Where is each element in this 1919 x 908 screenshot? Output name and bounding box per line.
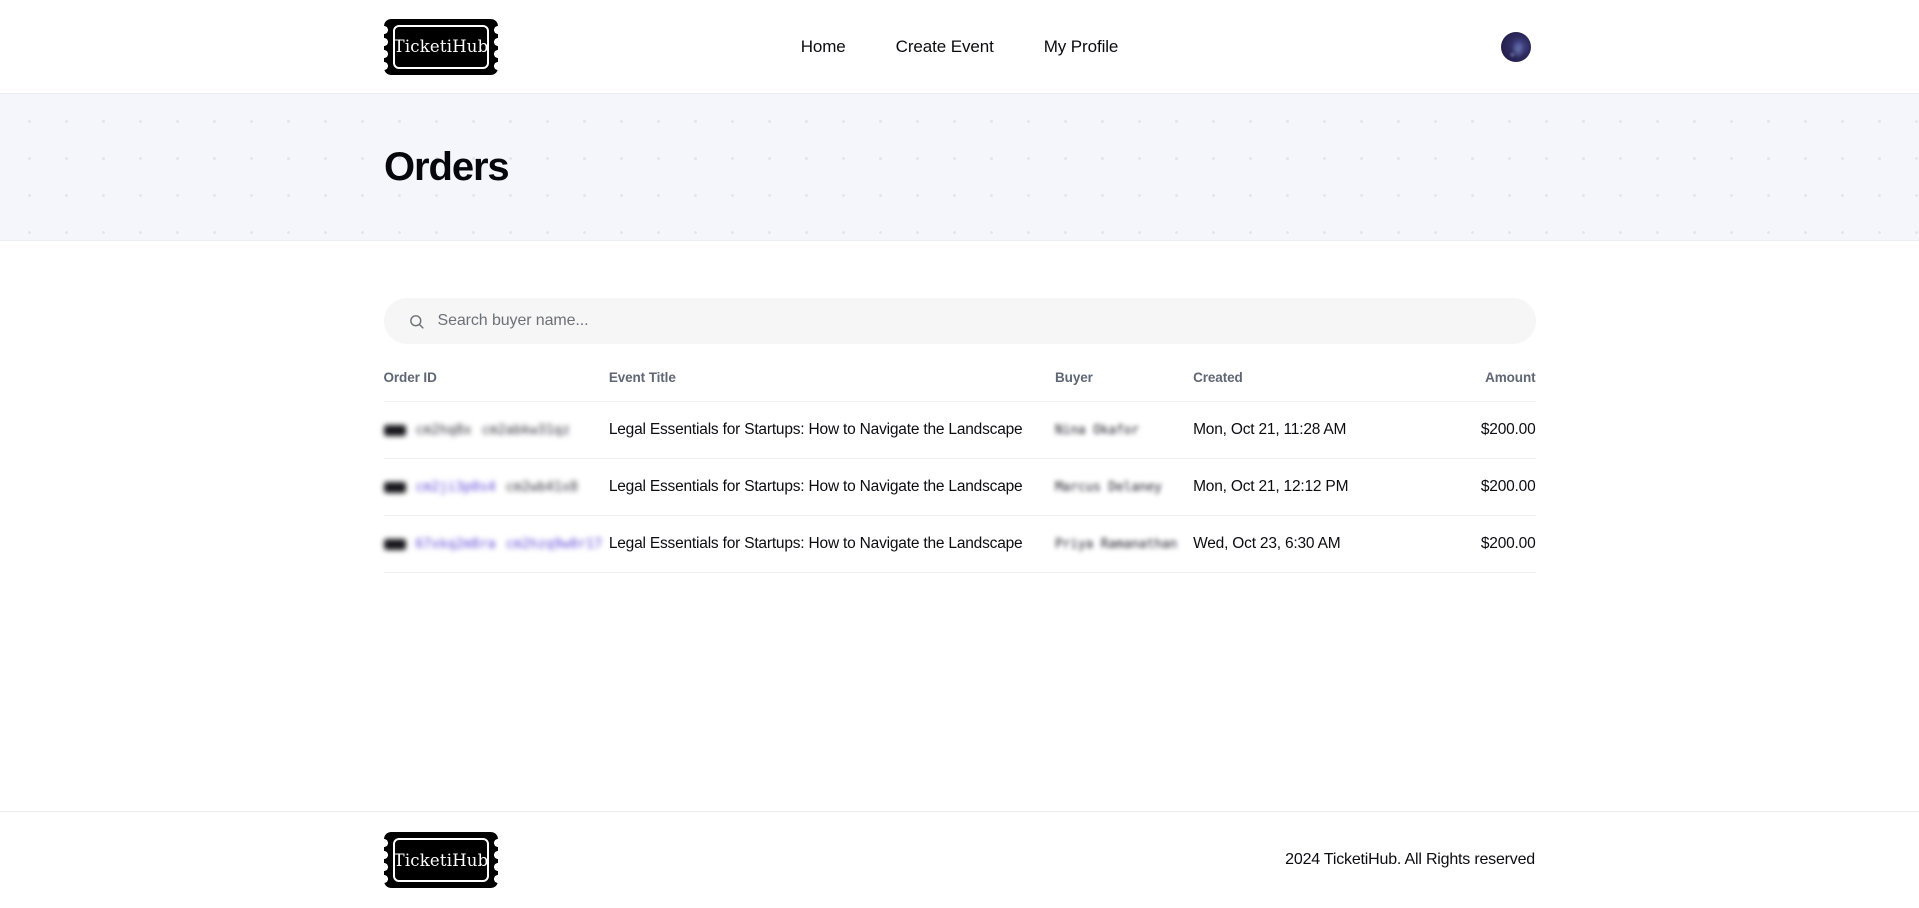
order-id-part-1: cm2ji3p0s4 <box>415 479 496 495</box>
orders-table: Order ID Event Title Buyer Created Amoun… <box>383 370 1536 573</box>
page-title: Orders <box>384 144 510 189</box>
order-id-part-2: cm2abkw31qz <box>481 422 570 438</box>
table-row[interactable]: 67xkq2m8ra cm2hzq9w0r17 Legal Essentials… <box>383 515 1536 573</box>
cell-amount: $200.00 <box>1402 401 1536 459</box>
order-id-redacted: 67xkq2m8ra cm2hzq9w0r17 <box>383 536 609 552</box>
brand-name: TicketiHub <box>393 850 489 870</box>
cell-order-id: cm2ji3p0s4 cm2wb41x8 <box>383 458 609 516</box>
table-head: Order ID Event Title Buyer Created Amoun… <box>383 370 1536 402</box>
main-navigation: Home Create Event My Profile <box>801 37 1119 57</box>
order-id-part-1: cm2hq8x <box>415 422 472 438</box>
site-header: TicketiHub Home Create Event My Profile <box>0 0 1919 94</box>
buyer-name-redacted: Nina Okafor <box>1055 423 1139 438</box>
brand-name: TicketiHub <box>393 37 489 56</box>
avatar[interactable] <box>1501 31 1531 62</box>
column-header-buyer[interactable]: Buyer <box>1055 370 1194 402</box>
search-input[interactable] <box>437 312 1512 330</box>
footer-copyright: 2024 TicketiHub. All Rights reserved <box>1285 851 1535 868</box>
header-logo[interactable]: TicketiHub <box>384 18 498 75</box>
order-id-badge-icon <box>383 481 406 493</box>
cell-order-id: 67xkq2m8ra cm2hzq9w0r17 <box>383 515 609 573</box>
orders-page: TicketiHub Home Create Event My Profile … <box>0 0 1919 908</box>
search-icon <box>408 313 425 330</box>
column-header-event-title[interactable]: Event Title <box>608 370 1056 402</box>
order-id-part-2: cm2wb41x8 <box>505 479 579 495</box>
ticket-icon: TicketiHub <box>384 18 498 75</box>
cell-created: Mon, Oct 21, 12:12 PM <box>1193 458 1403 516</box>
column-header-amount[interactable]: Amount <box>1402 370 1536 402</box>
order-id-badge-icon <box>383 538 406 550</box>
cell-buyer: Priya Ramanathan <box>1055 515 1194 573</box>
cell-order-id: cm2hq8x cm2abkw31qz <box>383 401 609 459</box>
cell-event-title: Legal Essentials for Startups: How to Na… <box>608 515 1056 573</box>
column-header-created[interactable]: Created <box>1193 370 1403 402</box>
site-footer: TicketiHub 2024 TicketiHub. All Rights r… <box>0 811 1919 908</box>
table-row[interactable]: cm2ji3p0s4 cm2wb41x8 Legal Essentials fo… <box>383 458 1536 516</box>
cell-amount: $200.00 <box>1402 515 1536 573</box>
table-row[interactable]: cm2hq8x cm2abkw31qz Legal Essentials for… <box>383 401 1536 459</box>
ticket-icon: TicketiHub <box>384 832 498 888</box>
order-id-redacted: cm2hq8x cm2abkw31qz <box>383 422 609 438</box>
cell-buyer: Marcus Delaney <box>1055 458 1194 516</box>
cell-created: Wed, Oct 23, 6:30 AM <box>1193 515 1403 573</box>
cell-event-title: Legal Essentials for Startups: How to Na… <box>608 458 1056 516</box>
ticket-inner-border: TicketiHub <box>393 24 489 69</box>
buyer-name-redacted: Priya Ramanathan <box>1055 537 1178 552</box>
footer-logo[interactable]: TicketiHub <box>384 832 498 888</box>
order-id-redacted: cm2ji3p0s4 cm2wb41x8 <box>383 479 609 495</box>
table-body: cm2hq8x cm2abkw31qz Legal Essentials for… <box>383 401 1536 573</box>
cell-amount: $200.00 <box>1402 458 1536 516</box>
nav-item-home[interactable]: Home <box>801 37 846 57</box>
cell-event-title: Legal Essentials for Startups: How to Na… <box>608 401 1056 459</box>
ticket-inner-border: TicketiHub <box>393 838 489 882</box>
main-content: Order ID Event Title Buyer Created Amoun… <box>0 241 1919 811</box>
page-hero: Orders <box>0 94 1919 241</box>
table-header-row: Order ID Event Title Buyer Created Amoun… <box>383 370 1536 402</box>
cell-created: Mon, Oct 21, 11:28 AM <box>1193 401 1403 459</box>
nav-item-create-event[interactable]: Create Event <box>896 37 994 57</box>
order-id-part-2: cm2hzq9w0r17 <box>505 536 603 552</box>
column-header-order-id[interactable]: Order ID <box>383 370 609 402</box>
order-id-part-1: 67xkq2m8ra <box>415 536 496 552</box>
order-id-badge-icon <box>383 424 406 436</box>
nav-item-my-profile[interactable]: My Profile <box>1044 37 1119 57</box>
content-container: Order ID Event Title Buyer Created Amoun… <box>383 298 1536 573</box>
search-bar[interactable] <box>383 298 1536 344</box>
buyer-name-redacted: Marcus Delaney <box>1055 480 1162 495</box>
cell-buyer: Nina Okafor <box>1055 401 1194 459</box>
